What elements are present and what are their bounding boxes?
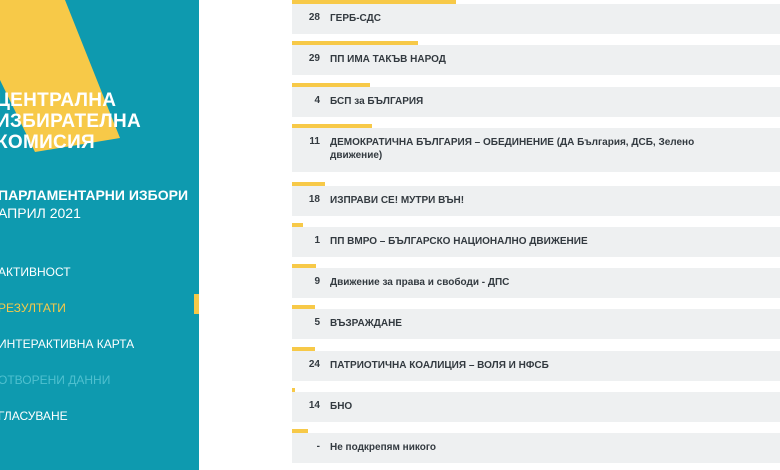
party-name: БСП за БЪЛГАРИЯ bbox=[330, 96, 424, 107]
logo-line: ИЗБИРАТЕЛНА bbox=[0, 111, 142, 132]
election-date: АПРИЛ 2021 bbox=[0, 205, 81, 221]
sidebar: ЦЕНТРАЛНА ИЗБИРАТЕЛНА КОМИСИЯ ПАРЛАМЕНТА… bbox=[0, 0, 199, 470]
party-share-bar bbox=[292, 223, 303, 227]
party-name: Движение за права и свободи - ДПС bbox=[330, 277, 510, 288]
nav-item-voting[interactable]: ГЛАСУВАНЕ bbox=[0, 408, 134, 444]
party-name: БНО bbox=[330, 401, 353, 412]
nav-item-interactive-map[interactable]: ИНТЕРАКТИВНА КАРТА bbox=[0, 336, 134, 372]
party-name: ГЕРБ-СДС bbox=[330, 13, 381, 24]
nav-item-open-data[interactable]: ОТВОРЕНИ ДАННИ bbox=[0, 372, 134, 408]
party-name: ПП ИМА ТАКЪВ НАРОД bbox=[330, 54, 446, 65]
party-number: 11 bbox=[309, 136, 320, 147]
sidebar-nav: АКТИВНОСТ РЕЗУЛТАТИ ИНТЕРАКТИВНА КАРТА О… bbox=[0, 264, 134, 444]
election-title: ПАРЛАМЕНТАРНИ ИЗБОРИ bbox=[0, 187, 189, 203]
party-number: 9 bbox=[314, 276, 320, 287]
party-number: 28 bbox=[308, 12, 320, 23]
party-share-bar bbox=[292, 182, 325, 186]
party-row[interactable]: 24 ПАТРИОТИЧНА КОАЛИЦИЯ – ВОЛЯ И НФСБ bbox=[292, 347, 780, 381]
party-name: ПП ВМРО – БЪЛГАРСКО НАЦИОНАЛНО ДВИЖЕНИЕ bbox=[330, 236, 588, 247]
party-share-bar bbox=[292, 429, 308, 433]
party-share-bar bbox=[292, 347, 315, 351]
party-number: 14 bbox=[308, 400, 320, 411]
party-number: 4 bbox=[314, 95, 320, 106]
party-name: ИЗПРАВИ СЕ! МУТРИ ВЪН! bbox=[330, 195, 465, 206]
party-row[interactable]: 1 ПП ВМРО – БЪЛГАРСКО НАЦИОНАЛНО ДВИЖЕНИЕ bbox=[292, 223, 780, 257]
party-row[interactable]: 11 ДЕМОКРАТИЧНА БЪЛГАРИЯ – ОБЕДИНЕНИЕ (ДА… bbox=[292, 124, 780, 172]
party-row[interactable]: 29 ПП ИМА ТАКЪВ НАРОД bbox=[292, 41, 780, 75]
party-number: 24 bbox=[308, 359, 320, 370]
party-row[interactable]: 9 Движение за права и свободи - ДПС bbox=[292, 264, 780, 298]
active-nav-marker bbox=[194, 294, 199, 314]
party-row[interactable]: 5 ВЪЗРАЖДАНЕ bbox=[292, 305, 780, 339]
party-number: 5 bbox=[314, 317, 320, 328]
party-row[interactable]: 28 ГЕРБ-СДС bbox=[292, 0, 780, 34]
party-number: 1 bbox=[314, 235, 320, 246]
party-share-bar bbox=[292, 41, 418, 45]
party-share-bar bbox=[292, 264, 316, 268]
party-number: 29 bbox=[308, 53, 320, 64]
party-row[interactable]: 14 БНО bbox=[292, 388, 780, 422]
party-share-bar bbox=[292, 388, 295, 392]
party-name: ВЪЗРАЖДАНЕ bbox=[330, 318, 402, 329]
party-number: 18 bbox=[308, 194, 320, 205]
party-share-bar bbox=[292, 305, 315, 309]
party-row[interactable]: 4 БСП за БЪЛГАРИЯ bbox=[292, 83, 780, 117]
party-share-bar bbox=[292, 124, 372, 128]
party-name: ДЕМОКРАТИЧНА БЪЛГАРИЯ – ОБЕДИНЕНИЕ (ДА Б… bbox=[330, 137, 695, 161]
party-share-bar bbox=[292, 0, 456, 4]
logo-line: КОМИСИЯ bbox=[0, 132, 95, 153]
party-row[interactable]: 18 ИЗПРАВИ СЕ! МУТРИ ВЪН! bbox=[292, 182, 780, 216]
nav-item-activity[interactable]: АКТИВНОСТ bbox=[0, 264, 134, 300]
nav-item-results[interactable]: РЕЗУЛТАТИ bbox=[0, 300, 134, 336]
logo-line: ЦЕНТРАЛНА bbox=[0, 90, 117, 111]
party-name: Не подкрепям никого bbox=[330, 442, 436, 453]
party-row[interactable]: - Не подкрепям никого bbox=[292, 429, 780, 463]
party-name: ПАТРИОТИЧНА КОАЛИЦИЯ – ВОЛЯ И НФСБ bbox=[330, 360, 549, 371]
party-share-bar bbox=[292, 83, 370, 87]
cik-logo-text[interactable]: ЦЕНТРАЛНА ИЗБИРАТЕЛНА КОМИСИЯ bbox=[0, 90, 141, 153]
party-number: - bbox=[316, 441, 320, 452]
